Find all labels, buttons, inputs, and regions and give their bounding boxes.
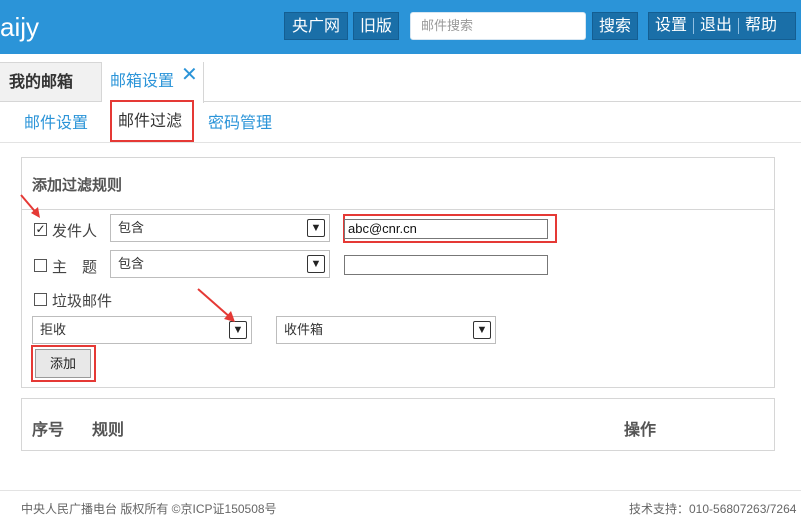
sender-label: 发件人 [52, 223, 98, 240]
subtab-bar: 邮件设置 邮件过滤 密码管理 [0, 100, 801, 143]
top-bar: aijy 央广网 旧版 邮件搜索 搜索 设置 退出 帮助 [0, 0, 801, 54]
spam-checkbox[interactable] [34, 293, 47, 306]
folder-select[interactable]: 收件箱 ▼ [276, 316, 496, 344]
chevron-down-icon: ▼ [307, 255, 325, 273]
close-tab-icon[interactable]: ✕ [181, 65, 198, 85]
spam-label: 垃圾邮件 [52, 293, 113, 310]
subject-checkbox[interactable] [34, 259, 47, 272]
search-input[interactable]: 邮件搜索 [410, 12, 586, 40]
logout-link[interactable]: 退出 [694, 13, 738, 39]
search-button[interactable]: 搜索 [592, 12, 638, 40]
tab-label: 邮箱设置 [110, 73, 175, 90]
logo: aijy [0, 12, 40, 42]
rules-table: 序号 规则 操作 [21, 398, 775, 451]
select-value: 包含 [118, 220, 145, 235]
annotation-arrow-icon [197, 288, 235, 322]
subject-condition-select[interactable]: 包含 ▼ [110, 250, 330, 278]
sender-condition-select[interactable]: 包含 ▼ [110, 214, 330, 242]
select-value: 拒收 [40, 322, 67, 337]
header-links: 设置 退出 帮助 [648, 12, 796, 40]
annotation-arrow-icon [20, 194, 40, 218]
subtab-password[interactable]: 密码管理 [208, 102, 272, 143]
tab-bar: 我的邮箱 邮箱设置 ✕ [0, 62, 801, 103]
select-value: 收件箱 [284, 322, 324, 337]
divider [0, 490, 801, 491]
sender-checkbox[interactable]: ✓ [34, 223, 47, 236]
subject-label: 主 题 [52, 259, 98, 276]
add-rule-button[interactable]: 添加 [35, 349, 91, 378]
sender-value-input[interactable]: abc@cnr.cn [344, 219, 548, 239]
help-link[interactable]: 帮助 [739, 13, 783, 39]
footer-copyright: 中央人民广播电台 版权所有 ©京ICP证150508号 [21, 502, 277, 516]
filter-panel: 添加过滤规则 ✓ 发件人 包含 ▼ abc@cnr.cn 主 题 包含 ▼ 垃圾… [21, 157, 775, 388]
column-header-action: 操作 [624, 422, 657, 439]
chevron-down-icon: ▼ [307, 219, 325, 237]
cnr-link-button[interactable]: 央广网 [284, 12, 348, 40]
select-value: 包含 [118, 256, 145, 271]
subject-value-input[interactable] [344, 255, 548, 275]
chevron-down-icon: ▼ [473, 321, 491, 339]
old-version-button[interactable]: 旧版 [353, 12, 399, 40]
column-header-rule: 规则 [92, 422, 125, 439]
settings-link[interactable]: 设置 [649, 13, 693, 39]
column-header-index: 序号 [32, 422, 65, 439]
subtab-mail-settings[interactable]: 邮件设置 [24, 102, 88, 143]
divider [22, 209, 774, 210]
tab-my-mail[interactable]: 我的邮箱 [0, 62, 102, 102]
subtab-mail-filter[interactable]: 邮件过滤 [110, 100, 194, 142]
footer-support: 技术支持：010-56807263/7264 [629, 502, 797, 516]
